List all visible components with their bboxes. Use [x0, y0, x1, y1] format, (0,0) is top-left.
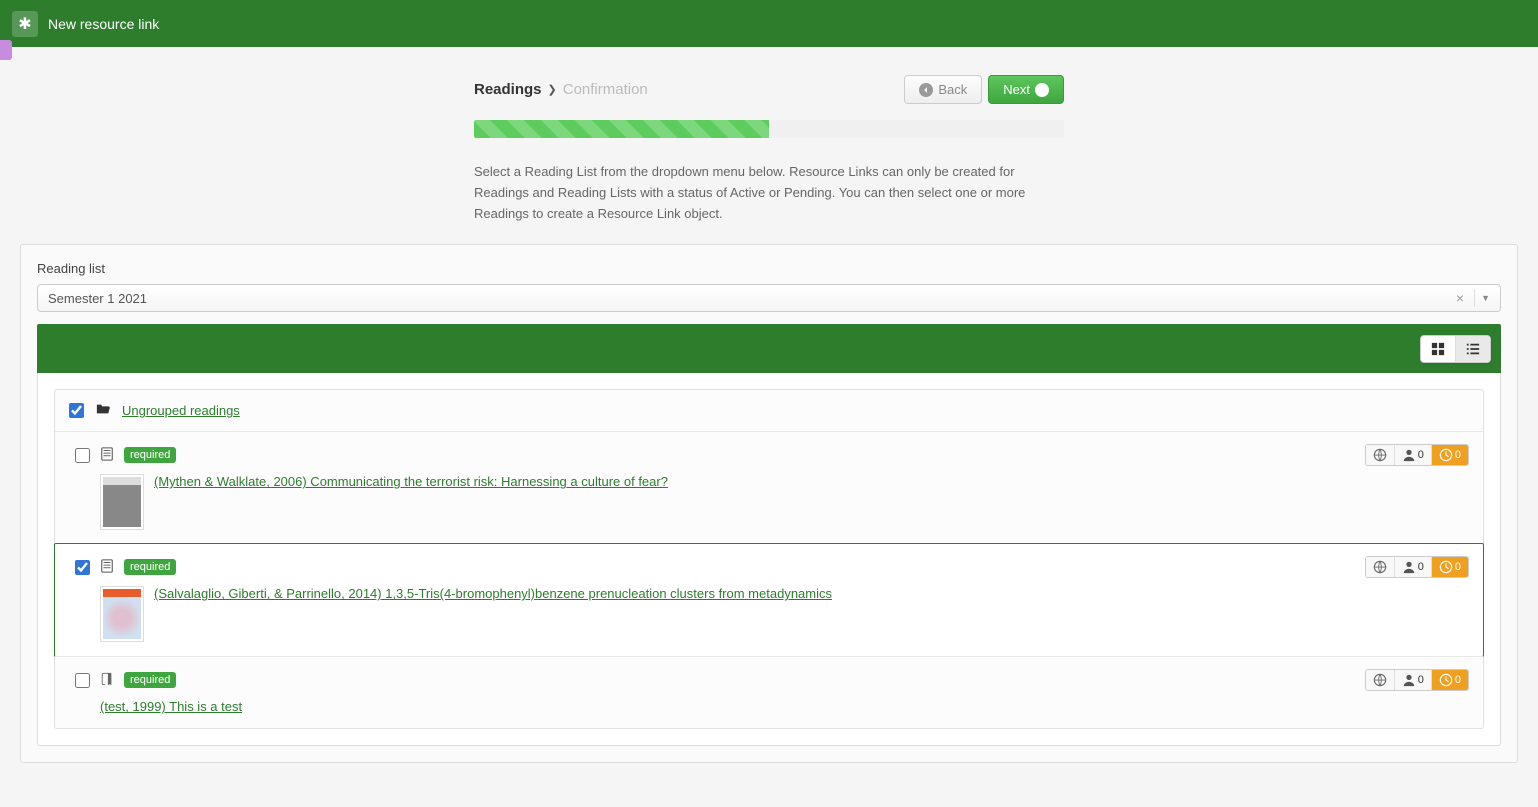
globe-icon	[1373, 448, 1387, 462]
progress-fill	[474, 120, 769, 138]
clock-badge[interactable]: 0	[1432, 670, 1468, 690]
readings-list: Ungrouped readings required00(Mythen & W…	[37, 373, 1501, 746]
user-count: 0	[1418, 674, 1424, 686]
clock-icon	[1439, 673, 1453, 687]
reading-status-badges: 00	[1365, 556, 1469, 578]
user-count: 0	[1418, 449, 1424, 461]
required-badge: required	[124, 672, 176, 688]
clock-icon	[1439, 560, 1453, 574]
reading-thumbnail	[100, 586, 144, 642]
star-icon: ✱	[18, 14, 31, 34]
page-title: New resource link	[48, 16, 159, 32]
required-badge: required	[124, 559, 176, 575]
back-button[interactable]: Back	[904, 75, 982, 104]
reading-thumbnail	[100, 474, 144, 530]
globe-icon	[1373, 673, 1387, 687]
reading-group: Ungrouped readings required00(Mythen & W…	[54, 389, 1484, 729]
clear-icon[interactable]: ×	[1452, 290, 1468, 306]
user-count: 0	[1418, 561, 1424, 573]
globe-badge[interactable]	[1366, 445, 1395, 465]
required-badge: required	[124, 447, 176, 463]
reading-row: required00(test, 1999) This is a test	[55, 656, 1483, 728]
main-panel: Reading list Semester 1 2021 × ▼	[20, 244, 1518, 763]
reading-type-icon	[100, 559, 114, 576]
breadcrumb-step-readings: Readings	[474, 81, 542, 98]
reading-title-link[interactable]: (Salvalaglio, Giberti, & Parrinello, 201…	[154, 586, 832, 601]
next-button-label: Next	[1003, 82, 1030, 97]
reading-row: required00(Mythen & Walklate, 2006) Comm…	[55, 431, 1483, 544]
breadcrumb: Readings ❯ Confirmation	[474, 81, 648, 98]
user-icon	[1402, 448, 1416, 462]
breadcrumb-step-confirmation: Confirmation	[563, 81, 648, 98]
reading-status-badges: 00	[1365, 444, 1469, 466]
reading-checkbox[interactable]	[75, 673, 90, 688]
clock-badge[interactable]: 0	[1432, 445, 1468, 465]
folder-open-icon	[96, 402, 110, 419]
list-toolbar	[37, 324, 1501, 373]
chevron-right-icon: ❯	[548, 83, 557, 96]
user-badge[interactable]: 0	[1395, 445, 1432, 465]
globe-badge[interactable]	[1366, 557, 1395, 577]
article-icon	[100, 559, 114, 573]
user-badge[interactable]: 0	[1395, 670, 1432, 690]
divider	[1474, 289, 1475, 307]
clock-count: 0	[1455, 561, 1461, 573]
help-text: Select a Reading List from the dropdown …	[474, 162, 1064, 224]
progress-bar	[474, 120, 1064, 138]
reading-title-link[interactable]: (Mythen & Walklate, 2006) Communicating …	[154, 474, 668, 489]
group-checkbox[interactable]	[69, 403, 84, 418]
reading-checkbox[interactable]	[75, 448, 90, 463]
view-list-button[interactable]	[1456, 336, 1490, 362]
arrow-right-icon	[1035, 83, 1049, 97]
back-button-label: Back	[938, 82, 967, 97]
reading-checkbox[interactable]	[75, 560, 90, 575]
clock-badge[interactable]: 0	[1432, 557, 1468, 577]
app-header: ✱ New resource link	[0, 0, 1538, 47]
arrow-left-icon	[919, 83, 933, 97]
clock-count: 0	[1455, 674, 1461, 686]
user-icon	[1402, 673, 1416, 687]
user-icon	[1402, 560, 1416, 574]
clock-count: 0	[1455, 449, 1461, 461]
header-icon: ✱	[12, 11, 38, 37]
reading-type-icon	[100, 672, 114, 689]
reading-title-link[interactable]: (test, 1999) This is a test	[100, 699, 242, 714]
clock-icon	[1439, 448, 1453, 462]
group-header: Ungrouped readings	[55, 390, 1483, 431]
reading-list-select[interactable]: Semester 1 2021 × ▼	[37, 284, 1501, 312]
next-button[interactable]: Next	[988, 75, 1064, 104]
reading-row: required00(Salvalaglio, Giberti, & Parri…	[54, 543, 1484, 657]
reading-status-badges: 00	[1365, 669, 1469, 691]
article-icon	[100, 447, 114, 461]
globe-badge[interactable]	[1366, 670, 1395, 690]
globe-icon	[1373, 560, 1387, 574]
reading-type-icon	[100, 447, 114, 464]
view-switch	[1420, 335, 1491, 363]
book-icon	[100, 672, 114, 686]
view-grid-button[interactable]	[1421, 336, 1456, 362]
reading-list-label: Reading list	[37, 261, 1501, 276]
user-badge[interactable]: 0	[1395, 557, 1432, 577]
th-large-icon	[1431, 342, 1445, 356]
chevron-down-icon: ▼	[1481, 293, 1490, 303]
reading-list-value: Semester 1 2021	[48, 291, 1452, 306]
side-tab[interactable]	[0, 40, 12, 60]
list-icon	[1466, 342, 1480, 356]
group-title-link[interactable]: Ungrouped readings	[122, 403, 240, 418]
